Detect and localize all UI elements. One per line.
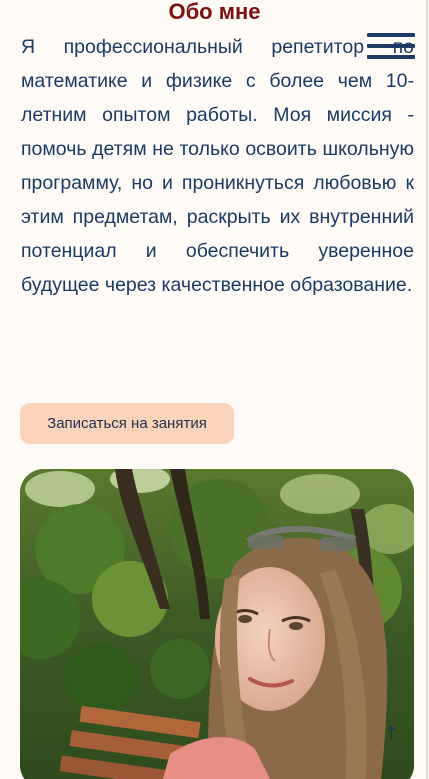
section-title: Обо мне	[168, 0, 261, 24]
signup-button[interactable]: Записаться на занятия	[20, 403, 234, 444]
page-edge-divider	[426, 0, 428, 779]
about-description: Я профессиональный репетитор по математи…	[21, 36, 414, 296]
tutor-photo	[20, 469, 414, 779]
tutor-photo-illustration	[20, 469, 414, 779]
arrow-up-icon[interactable]: ↑	[377, 720, 405, 748]
